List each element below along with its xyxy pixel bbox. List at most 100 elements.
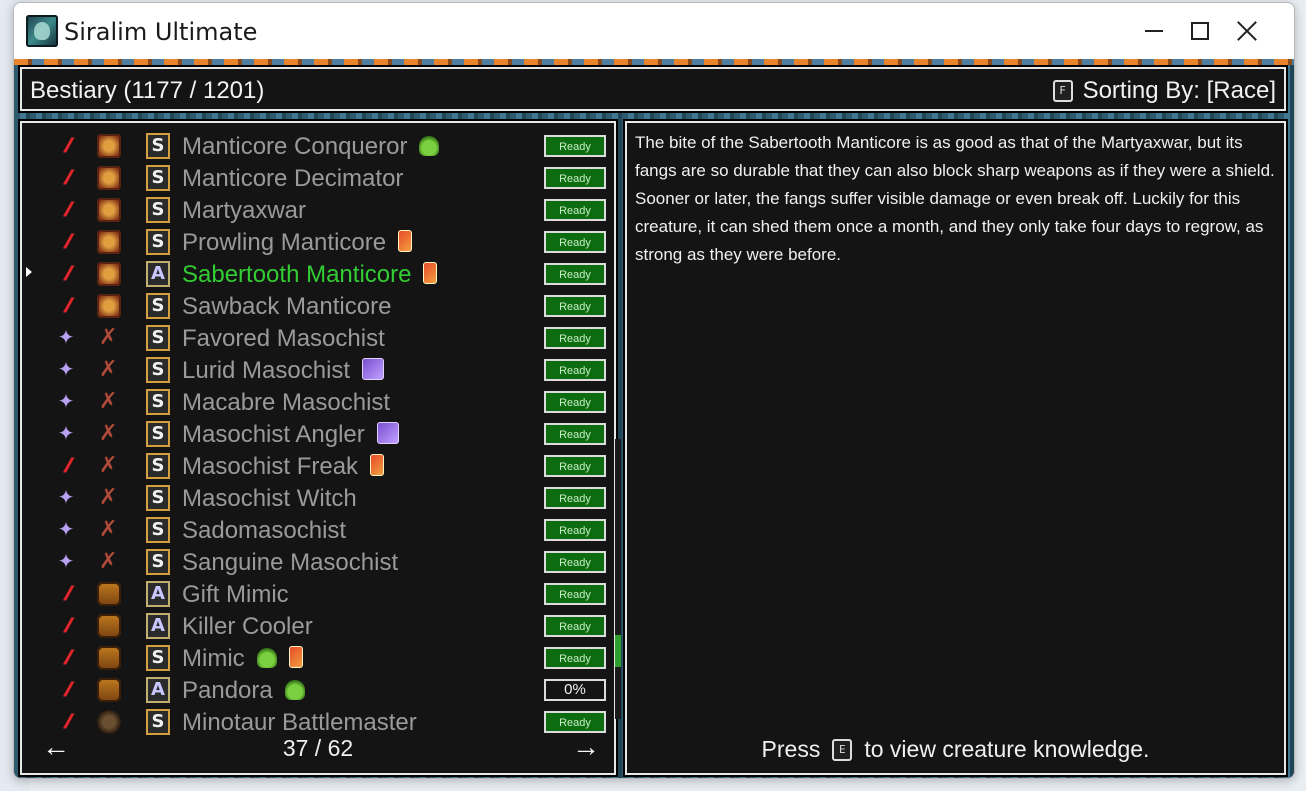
creature-list-panel: /// S Manticore Conqueror Ready /// S Manticor… xyxy=(20,121,616,775)
chaos-class-icon: /// xyxy=(61,615,71,637)
selection-cursor-icon xyxy=(26,267,32,277)
masochist-race-icon xyxy=(97,452,121,478)
chaos-class-icon: /// xyxy=(61,167,71,189)
mimic-race-icon xyxy=(97,646,121,670)
creature-name: Minotaur Battlemaster xyxy=(182,709,417,736)
creature-row[interactable]: /// S Masochist Freak Ready xyxy=(22,449,614,481)
mimic-race-icon xyxy=(97,678,121,702)
creature-name: Masochist Witch xyxy=(182,485,357,512)
creature-row[interactable]: /// S Mimic Ready xyxy=(22,641,614,673)
card-badge-icon xyxy=(398,230,413,252)
creature-name: Mimic xyxy=(182,645,245,672)
masochist-race-icon xyxy=(97,484,121,510)
manticore-race-icon xyxy=(97,262,121,286)
title-bar: Siralim Ultimate xyxy=(14,3,1294,59)
rank-s-icon: S xyxy=(146,517,170,543)
creature-row[interactable]: /// S Manticore Conqueror Ready xyxy=(22,129,614,161)
rank-s-icon: S xyxy=(146,549,170,575)
sorcery-class-icon: ✦ xyxy=(57,327,75,349)
mimic-race-icon xyxy=(97,582,121,606)
creature-row[interactable]: /// S Prowling Manticore Ready xyxy=(22,225,614,257)
masochist-race-icon xyxy=(97,388,121,414)
creature-list: /// S Manticore Conqueror Ready /// S Manticor… xyxy=(22,129,614,737)
creature-name-cell: Masochist Freak xyxy=(182,453,385,481)
knowledge-hint: Press E to view creature knowledge. xyxy=(627,736,1284,763)
creature-row[interactable]: ✦ S Sanguine Masochist Ready xyxy=(22,545,614,577)
masochist-race-icon xyxy=(97,420,121,446)
status-badge: Ready xyxy=(544,327,606,349)
chaos-class-icon: /// xyxy=(61,263,71,285)
creature-row[interactable]: ✦ S Sadomasochist Ready xyxy=(22,513,614,545)
sort-control[interactable]: F Sorting By: [Race] xyxy=(1052,77,1276,105)
status-badge: Ready xyxy=(544,455,606,477)
creature-row[interactable]: ✦ S Masochist Angler Ready xyxy=(22,417,614,449)
status-badge: Ready xyxy=(544,711,606,733)
sorcery-class-icon: ✦ xyxy=(57,391,75,413)
creature-name-cell: Martyaxwar xyxy=(182,197,306,225)
creature-name-cell: Lurid Masochist xyxy=(182,357,385,385)
masochist-race-icon xyxy=(97,548,121,574)
creature-name: Prowling Manticore xyxy=(182,229,387,256)
next-page-arrow-icon[interactable]: → xyxy=(572,733,600,761)
rank-s-icon: S xyxy=(146,645,170,671)
creature-name: Manticore Conqueror xyxy=(182,133,408,160)
f-key-icon: F xyxy=(1052,80,1073,102)
status-badge: Ready xyxy=(544,295,606,317)
rank-s-icon: S xyxy=(146,709,170,735)
creature-name: Killer Cooler xyxy=(182,613,313,640)
creature-name-cell: Sanguine Masochist xyxy=(182,549,398,577)
window-title: Siralim Ultimate xyxy=(64,18,258,46)
creature-description: The bite of the Sabertooth Manticore is … xyxy=(635,133,1275,264)
creature-name: Sadomasochist xyxy=(182,517,347,544)
manticore-race-icon xyxy=(97,198,121,222)
mimic-race-icon xyxy=(97,614,121,638)
creature-row[interactable]: /// A Gift Mimic Ready xyxy=(22,577,614,609)
maximize-button[interactable] xyxy=(1177,3,1223,59)
manticore-race-icon xyxy=(97,166,121,190)
creature-row[interactable]: /// A Killer Cooler Ready xyxy=(22,609,614,641)
chaos-class-icon: /// xyxy=(61,455,71,477)
creature-name: Favored Masochist xyxy=(182,325,385,352)
status-badge: Ready xyxy=(544,391,606,413)
slime-badge-icon xyxy=(256,648,277,668)
creature-row[interactable]: ✦ S Favored Masochist Ready xyxy=(22,321,614,353)
press-label: Press xyxy=(761,736,821,762)
creature-row[interactable]: /// S Sawback Manticore Ready xyxy=(22,289,614,321)
description-panel: The bite of the Sabertooth Manticore is … xyxy=(625,121,1286,775)
sorcery-class-icon: ✦ xyxy=(57,359,75,381)
pager: ← 37 / 62 → xyxy=(22,733,614,763)
scrollbar[interactable] xyxy=(615,439,621,719)
status-badge: Ready xyxy=(544,359,606,381)
slime-badge-icon xyxy=(419,136,440,156)
gem-badge-icon xyxy=(376,422,399,444)
creature-row[interactable]: ✦ S Macabre Masochist Ready xyxy=(22,385,614,417)
app-icon xyxy=(26,15,58,47)
rank-s-icon: S xyxy=(146,389,170,415)
creature-name-cell: Masochist Witch xyxy=(182,485,357,513)
creature-name: Masochist Angler xyxy=(182,421,365,448)
close-button[interactable] xyxy=(1224,3,1270,59)
minimize-button[interactable] xyxy=(1131,3,1177,59)
rank-a-icon: A xyxy=(146,613,170,639)
creature-row[interactable]: /// A Pandora 0% xyxy=(22,673,614,705)
creature-row[interactable]: /// A Sabertooth Manticore Ready xyxy=(22,257,614,289)
rank-s-icon: S xyxy=(146,485,170,511)
creature-name-cell: Manticore Conqueror xyxy=(182,133,440,161)
minotaur-race-icon xyxy=(97,710,121,734)
rank-s-icon: S xyxy=(146,421,170,447)
creature-name-cell: Masochist Angler xyxy=(182,421,399,449)
rank-s-icon: S xyxy=(146,165,170,191)
rank-s-icon: S xyxy=(146,357,170,383)
creature-name-cell: Sawback Manticore xyxy=(182,293,391,321)
gem-badge-icon xyxy=(362,358,385,380)
status-badge: Ready xyxy=(544,135,606,157)
creature-row[interactable]: /// S Martyaxwar Ready xyxy=(22,193,614,225)
status-badge: Ready xyxy=(544,167,606,189)
creature-row[interactable]: ✦ S Lurid Masochist Ready xyxy=(22,353,614,385)
creature-row[interactable]: ✦ S Masochist Witch Ready xyxy=(22,481,614,513)
sort-label: Sorting By: [Race] xyxy=(1082,77,1276,104)
manticore-race-icon xyxy=(97,294,121,318)
rank-s-icon: S xyxy=(146,133,170,159)
creature-row[interactable]: /// S Manticore Decimator Ready xyxy=(22,161,614,193)
scrollbar-thumb[interactable] xyxy=(615,635,621,667)
